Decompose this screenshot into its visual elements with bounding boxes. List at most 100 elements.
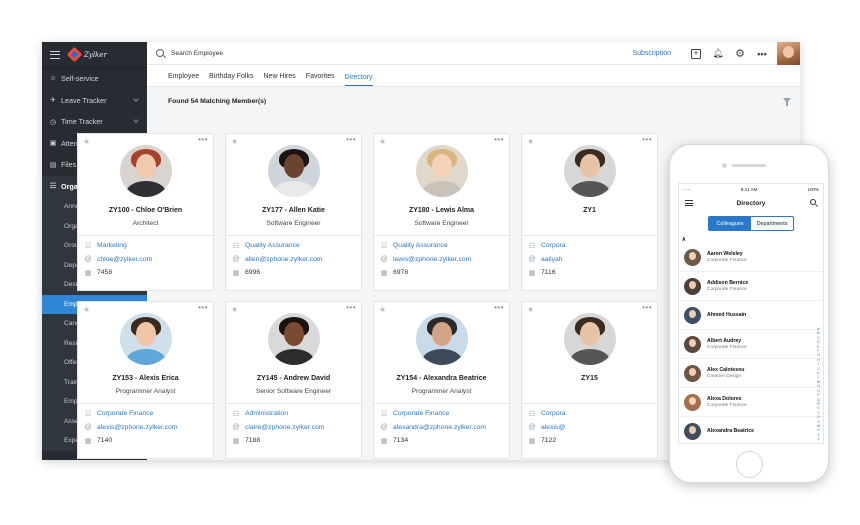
- card-more-icon[interactable]: •••: [494, 303, 504, 312]
- employee-card[interactable]: ★ ••• ZY180 - Lewis Alma Software Engineer ☷…: [373, 133, 510, 291]
- card-more-icon[interactable]: •••: [346, 303, 356, 312]
- menu-icon[interactable]: [50, 50, 60, 59]
- subscription-link[interactable]: Subscription: [632, 50, 671, 57]
- employee-name[interactable]: ZY100 - Chloe O'Brien: [78, 207, 213, 214]
- favorite-star-icon[interactable]: ★: [83, 305, 90, 314]
- search-input[interactable]: [171, 49, 371, 57]
- employee-card[interactable]: ★ ••• ZY153 - Alexis Erica Programmer Analy…: [77, 301, 214, 459]
- department-link[interactable]: Quality Assurance: [393, 242, 448, 249]
- email-link[interactable]: alexis@: [541, 424, 565, 431]
- photo-face: [580, 154, 600, 178]
- sidebar-item-self-service[interactable]: ☺ Self-service: [42, 68, 147, 90]
- favorite-star-icon[interactable]: ★: [379, 137, 386, 146]
- index-letter[interactable]: Z: [816, 437, 821, 441]
- employee-details: ☷ Corporate Finance @ alexandra@zphone.zylk…: [374, 403, 509, 458]
- email-link[interactable]: aaliyah: [541, 256, 563, 263]
- employee-name[interactable]: ZY153 - Alexis Erica: [78, 375, 213, 382]
- employee-full-name: Alexis Erica: [138, 375, 179, 382]
- phone-camera: [722, 163, 727, 168]
- email-link[interactable]: claire@zphone.zylker.com: [245, 424, 324, 431]
- employee-photo[interactable]: [268, 313, 320, 365]
- department-link[interactable]: Corporate Finance: [393, 410, 449, 417]
- contact-text: Alexa Dolores Corporate Finance: [707, 396, 747, 408]
- phone-home-button[interactable]: [736, 451, 763, 478]
- contact-row[interactable]: Ahmed Hussain: [679, 301, 823, 330]
- settings-button[interactable]: ⚙: [729, 42, 751, 65]
- segment-departments[interactable]: Departments: [751, 217, 793, 230]
- card-more-icon[interactable]: •••: [198, 135, 208, 144]
- tab-favorites[interactable]: Favorites: [306, 73, 335, 86]
- phone-search-icon[interactable]: [810, 199, 816, 205]
- sidebar-item-leave-tracker[interactable]: ✈ Leave Tracker: [42, 90, 147, 112]
- department-link[interactable]: Corpora: [541, 242, 566, 249]
- email-link[interactable]: chloe@zylker.com: [97, 256, 152, 263]
- department-link[interactable]: Marketing: [97, 242, 127, 249]
- email-link[interactable]: alexandra@zphone.zylker.com: [393, 424, 486, 431]
- contact-row[interactable]: Alex Calotesou Creative Design: [679, 359, 823, 388]
- notifications-button[interactable]: 🔔︎: [707, 42, 729, 65]
- department-link[interactable]: Corpora: [541, 410, 566, 417]
- add-icon: +: [691, 48, 701, 59]
- department-link[interactable]: Administration: [245, 410, 288, 417]
- tab-birthday-folks[interactable]: Birthday Folks: [209, 73, 253, 86]
- search-icon[interactable]: [156, 49, 164, 57]
- card-more-icon[interactable]: •••: [198, 303, 208, 312]
- contact-row[interactable]: Alexa Dolores Corporate Finance: [679, 388, 823, 417]
- contact-row[interactable]: Alexandra Beatrice: [679, 417, 823, 443]
- zylker-logo[interactable]: Zylker: [66, 46, 107, 63]
- employee-card[interactable]: ★ ••• ZY154 - Alexandra Beatrice Programmer…: [373, 301, 510, 459]
- employee-card[interactable]: ★ ••• ZY177 - Allen Katie Software Engineer…: [225, 133, 362, 291]
- card-more-icon[interactable]: •••: [494, 135, 504, 144]
- add-button[interactable]: +: [685, 42, 707, 65]
- email-link[interactable]: alexis@zphone.zylker.com: [97, 424, 178, 431]
- phone-screen: ····· 8:41 AM 100% Directory Colleagues …: [678, 183, 824, 444]
- filter-icon[interactable]: [783, 98, 791, 106]
- employee-name[interactable]: ZY1: [522, 207, 657, 214]
- favorite-star-icon[interactable]: ★: [231, 305, 238, 314]
- employee-photo[interactable]: [564, 145, 616, 197]
- phone-menu-icon[interactable]: [685, 200, 693, 206]
- segment-colleagues[interactable]: Colleagues: [709, 217, 751, 230]
- more-button[interactable]: •••: [751, 42, 773, 65]
- sidebar-item-label: Self-service: [61, 74, 99, 84]
- sidebar-item-time-tracker[interactable]: ◷ Time Tracker: [42, 111, 147, 133]
- card-more-icon[interactable]: •••: [346, 135, 356, 144]
- tab-new-hires[interactable]: New Hires: [264, 73, 296, 86]
- employee-card[interactable]: ★ ••• ZY145 - Andrew David Senior Software …: [225, 301, 362, 459]
- photo-face: [432, 322, 452, 346]
- employee-name[interactable]: ZY15: [522, 375, 657, 382]
- employee-photo[interactable]: [564, 313, 616, 365]
- email-link[interactable]: allen@zphone.zylker.com: [245, 256, 323, 263]
- favorite-star-icon[interactable]: ★: [527, 305, 534, 314]
- tab-employee[interactable]: Employee: [168, 73, 199, 86]
- employee-card[interactable]: ★ ••• ZY1 ☷ Corpora @ aaliyah ▦ 7116: [521, 133, 658, 291]
- favorite-star-icon[interactable]: ★: [527, 137, 534, 146]
- favorite-star-icon[interactable]: ★: [83, 137, 90, 146]
- employee-photo[interactable]: [416, 145, 468, 197]
- employee-photo[interactable]: [120, 145, 172, 197]
- employee-name[interactable]: ZY145 - Andrew David: [226, 375, 361, 382]
- employee-name[interactable]: ZY180 - Lewis Alma: [374, 207, 509, 214]
- contact-name: Addison Bernice: [707, 280, 749, 286]
- department-link[interactable]: Quality Assurance: [245, 242, 300, 249]
- favorite-star-icon[interactable]: ★: [379, 305, 386, 314]
- contact-row[interactable]: Addison Bernice Corporate Finance: [679, 272, 823, 301]
- department-link[interactable]: Corporate Finance: [97, 410, 153, 417]
- contact-row[interactable]: Aaron Welsley Corporate Finance: [679, 243, 823, 272]
- employee-card[interactable]: ★ ••• ZY15 ☷ Corpora @ alexis@ ▦ 7122: [521, 301, 658, 459]
- email-link[interactable]: lewis@zphone.zylker.com: [393, 256, 471, 263]
- bell-icon: 🔔︎: [712, 48, 724, 58]
- building-icon: ▦: [528, 269, 536, 277]
- card-more-icon[interactable]: •••: [642, 135, 652, 144]
- user-avatar[interactable]: [777, 42, 800, 65]
- employee-name[interactable]: ZY154 - Alexandra Beatrice: [374, 375, 509, 382]
- contact-row[interactable]: Albert Audrey Corporate Finance: [679, 330, 823, 359]
- favorite-star-icon[interactable]: ★: [231, 137, 238, 146]
- employee-photo[interactable]: [120, 313, 172, 365]
- employee-photo[interactable]: [268, 145, 320, 197]
- tab-directory[interactable]: Directory: [344, 74, 373, 86]
- employee-name[interactable]: ZY177 - Allen Katie: [226, 207, 361, 214]
- employee-photo[interactable]: [416, 313, 468, 365]
- employee-card[interactable]: ★ ••• ZY100 - Chloe O'Brien Architect ☷ Marke…: [77, 133, 214, 291]
- card-more-icon[interactable]: •••: [642, 303, 652, 312]
